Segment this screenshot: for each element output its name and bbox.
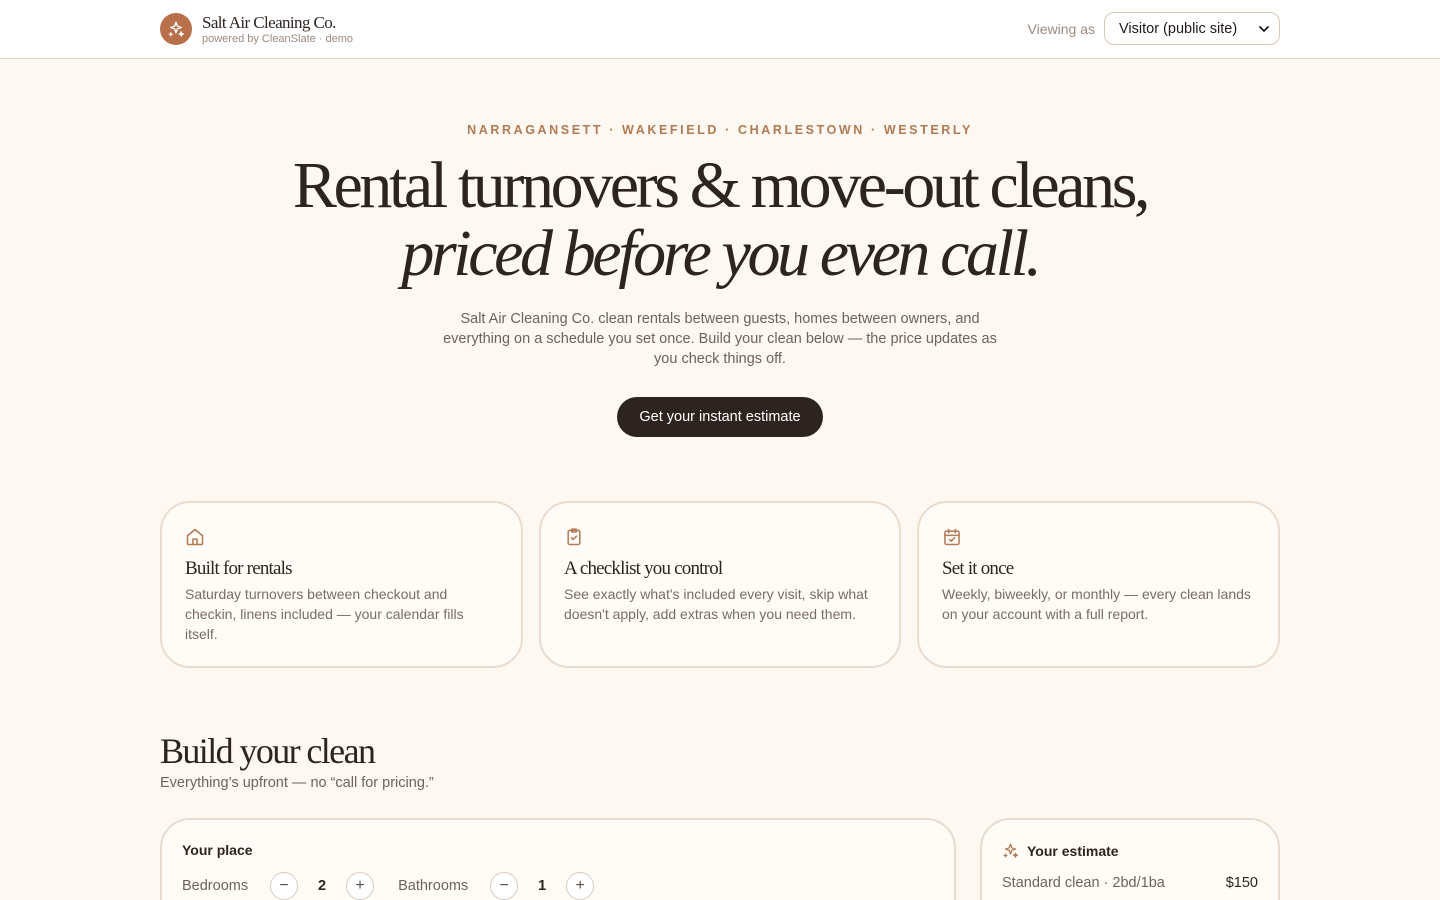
headline-line-1: Rental turnovers & move-out cleans, [292,149,1151,222]
sparkle-icon [160,13,192,45]
brand-subtitle: powered by CleanSlate · demo [202,32,354,45]
plus-icon: + [355,877,365,894]
get-estimate-button[interactable]: Get your instant estimate [617,397,823,437]
bathrooms-label: Bathrooms [398,878,469,894]
location-kicker: NARRAGANSETT · WAKEFIELD · CHARLESTOWN ·… [467,123,973,137]
build-section-title: Build your clean [160,731,376,771]
your-place-panel: Your place Bedrooms − 2 + Bathrooms − 1 … [160,818,956,900]
minus-icon: − [499,877,509,894]
viewing-as-control: Viewing as Visitor (public site) [1028,12,1280,45]
feature-body: Weekly, biweekly, or monthly — every cle… [942,586,1251,622]
feature-body: See exactly what's included every visit,… [564,586,868,622]
feature-body: Saturday turnovers between checkout and … [185,586,464,642]
your-place-title: Your place [182,842,253,858]
brand[interactable]: Salt Air Cleaning Co. powered by CleanSl… [160,13,353,45]
bathrooms-count: 1 [538,878,547,894]
feature-title: A checklist you control [564,558,723,579]
estimate-panel: Your estimate Standard clean · 2bd/1ba $… [980,818,1280,900]
chevron-down-icon [1259,25,1269,32]
feature-title: Set it once [942,558,1014,579]
clipboard-check-icon [567,528,581,546]
feature-title: Built for rentals [185,558,293,579]
bedrooms-label: Bedrooms [182,878,249,894]
feature-card-schedule: Set it once Weekly, biweekly, or monthly… [917,501,1280,668]
viewing-as-value: Visitor (public site) [1119,20,1238,37]
feature-card-rentals: Built for rentals Saturday turnovers bet… [160,501,523,668]
estimate-line-price: $150 [1225,875,1258,891]
feature-card-checklist: A checklist you control See exactly what… [539,501,901,668]
build-section-subtitle: Everything’s upfront — no “call for pric… [160,775,434,791]
hero-description: Salt Air Cleaning Co. clean rentals betw… [443,311,997,367]
bathrooms-decrement-button[interactable]: − [490,872,519,900]
minus-icon: − [279,877,289,894]
viewing-as-select[interactable]: Visitor (public site) [1104,12,1280,45]
brand-name: Salt Air Cleaning Co. [202,12,336,32]
estimate-line-label: Standard clean · 2bd/1ba [1002,875,1165,891]
estimate-title: Your estimate [1027,842,1119,859]
bedrooms-increment-button[interactable]: + [346,872,375,900]
estimate-line-item: Standard clean · 2bd/1ba $150 [1002,875,1258,891]
bedrooms-decrement-button[interactable]: − [270,872,299,900]
bedrooms-count: 2 [318,878,327,894]
viewing-as-label: Viewing as [1027,20,1095,37]
bathrooms-increment-button[interactable]: + [566,872,595,900]
plus-icon: + [575,877,585,894]
sparkle-icon [1003,843,1019,858]
top-bar: Salt Air Cleaning Co. powered by CleanSl… [0,0,1440,59]
headline-line-2: priced before you even call. [401,217,1042,290]
hero-headline: Rental turnovers & move-out cleans, pric… [0,152,1440,288]
calendar-check-icon [944,528,960,546]
house-icon [186,528,204,546]
